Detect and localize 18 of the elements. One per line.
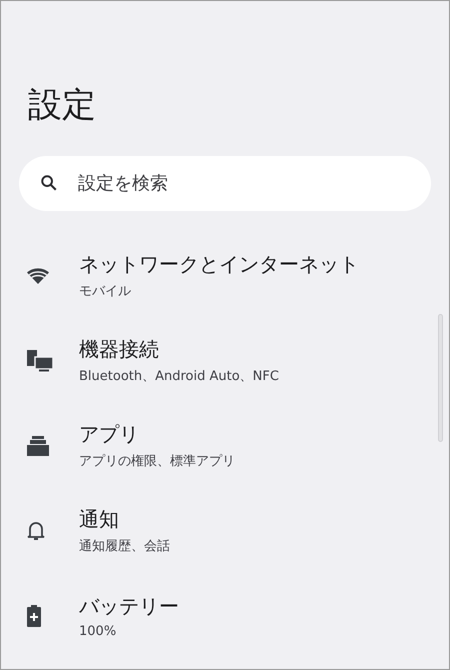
settings-item-title[interactable]: 通知 xyxy=(79,506,170,533)
search-icon xyxy=(40,174,58,192)
settings-item-summary: 100% xyxy=(79,624,118,638)
wifi-icon xyxy=(27,266,49,284)
settings-item-title[interactable]: バッテリー xyxy=(79,592,179,620)
page-title: 設定 xyxy=(28,84,97,127)
search-field[interactable]: 設定を検索 xyxy=(19,156,431,211)
bell-icon xyxy=(27,520,45,540)
settings-item-title[interactable]: 機器接続 xyxy=(79,336,279,363)
battery-icon xyxy=(27,604,41,626)
settings-item-summary: アプリの権限、標準アプリ xyxy=(79,453,235,470)
settings-item-summary: 通知履歴、会話 xyxy=(79,538,170,555)
settings-item-summary: Bluetooth、Android Auto、NFC xyxy=(79,368,279,385)
settings-item-summary: モバイル xyxy=(79,283,132,300)
settings-item-title[interactable]: ネットワークとインターネット xyxy=(79,251,359,278)
apps-stack-icon xyxy=(27,436,49,456)
settings-item-title[interactable]: アプリ xyxy=(79,421,235,448)
devices-icon xyxy=(27,350,53,372)
